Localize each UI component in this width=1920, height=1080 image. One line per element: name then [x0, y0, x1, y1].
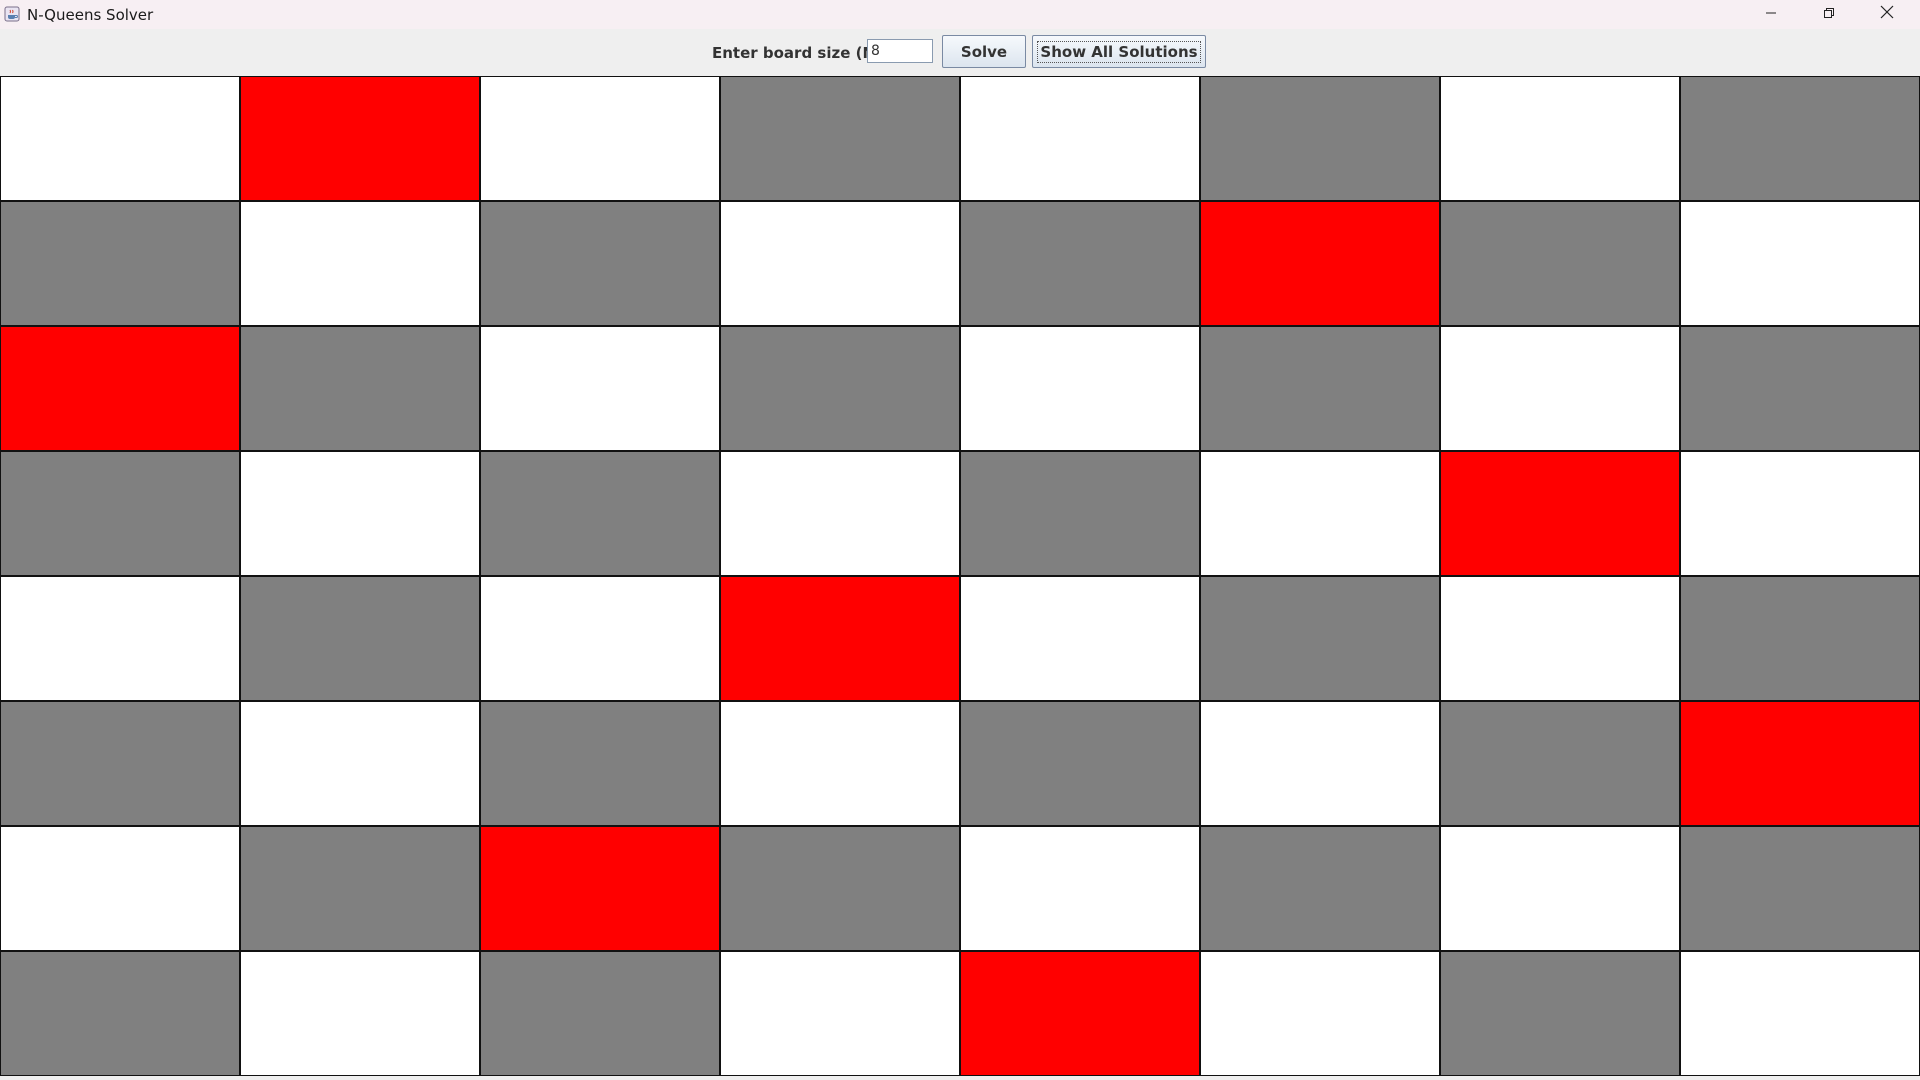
board-cell[interactable]: [241, 577, 479, 700]
board-cell[interactable]: [241, 327, 479, 450]
board-size-label: Enter board size (N):: [712, 44, 888, 62]
close-button[interactable]: [1858, 0, 1916, 29]
board-cell[interactable]: [961, 202, 1199, 325]
board-cell[interactable]: [1681, 952, 1919, 1075]
board-size-input[interactable]: [867, 39, 933, 63]
board-cell[interactable]: [1681, 577, 1919, 700]
board-cell[interactable]: [721, 952, 959, 1075]
board-cell[interactable]: [721, 702, 959, 825]
board-cell[interactable]: [1681, 827, 1919, 950]
board-cell[interactable]: [481, 77, 719, 200]
board-cell[interactable]: [241, 827, 479, 950]
board-cell[interactable]: [241, 452, 479, 575]
board-cell[interactable]: [721, 77, 959, 200]
queen-cell[interactable]: [481, 827, 719, 950]
board-cell[interactable]: [1441, 77, 1679, 200]
board-cell[interactable]: [241, 202, 479, 325]
bottom-edge: [0, 1076, 1920, 1080]
board-cell[interactable]: [481, 452, 719, 575]
board-cell[interactable]: [721, 452, 959, 575]
board-cell[interactable]: [1, 452, 239, 575]
board-cell[interactable]: [721, 202, 959, 325]
board-cell[interactable]: [1201, 827, 1439, 950]
board-cell[interactable]: [1681, 327, 1919, 450]
board-cell[interactable]: [1441, 952, 1679, 1075]
minimize-button[interactable]: [1742, 0, 1800, 29]
queen-cell[interactable]: [961, 952, 1199, 1075]
board-cell[interactable]: [481, 327, 719, 450]
board-cell[interactable]: [1681, 452, 1919, 575]
board-cell[interactable]: [1, 202, 239, 325]
queen-cell[interactable]: [1681, 702, 1919, 825]
queen-cell[interactable]: [1441, 452, 1679, 575]
close-icon: [1880, 5, 1894, 24]
board-cell[interactable]: [1441, 702, 1679, 825]
board-cell[interactable]: [1201, 577, 1439, 700]
board-cell[interactable]: [961, 702, 1199, 825]
board-cell[interactable]: [961, 827, 1199, 950]
board-cell[interactable]: [481, 952, 719, 1075]
queen-cell[interactable]: [1201, 202, 1439, 325]
board-cell[interactable]: [1441, 327, 1679, 450]
board-cell[interactable]: [961, 452, 1199, 575]
board-cell[interactable]: [721, 327, 959, 450]
queen-cell[interactable]: [721, 577, 959, 700]
board-cell[interactable]: [1, 952, 239, 1075]
board-cell[interactable]: [1441, 202, 1679, 325]
board-cell[interactable]: [961, 577, 1199, 700]
board-cell[interactable]: [1441, 827, 1679, 950]
board-cell[interactable]: [481, 202, 719, 325]
board-cell[interactable]: [1, 827, 239, 950]
board-cell[interactable]: [1201, 327, 1439, 450]
java-cup-icon: [4, 6, 20, 22]
control-toolbar: Enter board size (N): Solve Show All Sol…: [0, 29, 1920, 76]
window-title: N-Queens Solver: [27, 6, 154, 24]
board-cell[interactable]: [241, 952, 479, 1075]
maximize-button[interactable]: [1800, 0, 1858, 29]
show-all-solutions-button[interactable]: Show All Solutions: [1032, 35, 1206, 68]
board-cell[interactable]: [481, 577, 719, 700]
board-cell[interactable]: [1, 577, 239, 700]
board-cell[interactable]: [721, 827, 959, 950]
restore-icon: [1823, 6, 1835, 24]
board-cell[interactable]: [1681, 202, 1919, 325]
app-window: N-Queens Solver Enter board size (N): 8 …: [0, 0, 1920, 1080]
board-cell[interactable]: [1201, 952, 1439, 1075]
board-cell[interactable]: [961, 327, 1199, 450]
show-all-solutions-label: Show All Solutions: [1037, 40, 1201, 63]
queen-cell[interactable]: [241, 77, 479, 200]
board-cell[interactable]: [1, 702, 239, 825]
board-cell[interactable]: [1201, 452, 1439, 575]
board-cell[interactable]: [481, 702, 719, 825]
solve-button-label: Solve: [960, 42, 1008, 61]
queen-cell[interactable]: [1, 327, 239, 450]
board-cell[interactable]: [1201, 77, 1439, 200]
minimize-icon: [1765, 6, 1777, 24]
solve-button[interactable]: Solve: [942, 35, 1026, 68]
board-cell[interactable]: [1201, 702, 1439, 825]
board-cell[interactable]: [1, 77, 239, 200]
chess-board: [0, 76, 1920, 1076]
board-cell[interactable]: [961, 77, 1199, 200]
board-cell[interactable]: [1681, 77, 1919, 200]
board-cell[interactable]: [1441, 577, 1679, 700]
board-cell[interactable]: [241, 702, 479, 825]
title-bar[interactable]: N-Queens Solver: [0, 0, 1920, 29]
